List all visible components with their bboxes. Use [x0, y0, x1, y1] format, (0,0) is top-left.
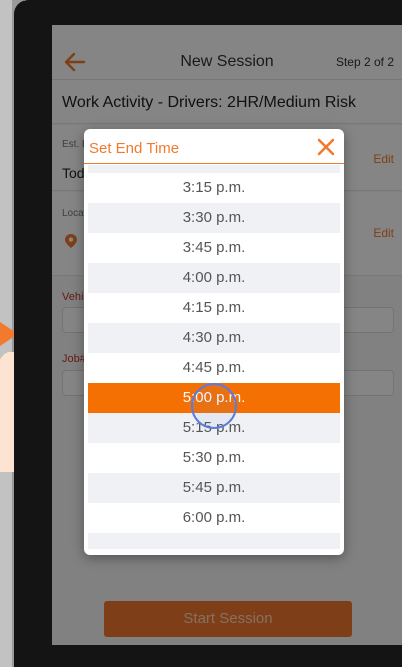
time-picker-list[interactable]: 3:00 p.m. 3:15 p.m. 3:30 p.m. 3:45 p.m. … [88, 165, 340, 549]
modal-divider [84, 163, 344, 164]
set-end-time-modal: Set End Time 3:00 p.m. 3:15 p.m. 3:30 p.… [84, 129, 344, 555]
time-option[interactable]: 4:00 p.m. [88, 263, 340, 293]
time-option[interactable]: 4:15 p.m. [88, 293, 340, 323]
modal-title: Set End Time [89, 140, 180, 157]
time-option[interactable]: 3:45 p.m. [88, 233, 340, 263]
time-option[interactable]: 3:15 p.m. [88, 173, 340, 203]
time-option[interactable]: 3:30 p.m. [88, 203, 340, 233]
time-option[interactable]: 4:45 p.m. [88, 353, 340, 383]
time-option[interactable]: 5:30 p.m. [88, 443, 340, 473]
time-option[interactable]: 5:45 p.m. [88, 473, 340, 503]
touch-indicator [191, 383, 237, 429]
time-option[interactable]: 3:00 p.m. [88, 165, 340, 173]
time-option[interactable]: 6:00 p.m. [88, 503, 340, 533]
time-option[interactable]: 4:30 p.m. [88, 323, 340, 353]
modal-header: Set End Time [84, 129, 344, 165]
close-icon[interactable] [316, 137, 336, 157]
time-option-partial[interactable] [88, 533, 340, 549]
